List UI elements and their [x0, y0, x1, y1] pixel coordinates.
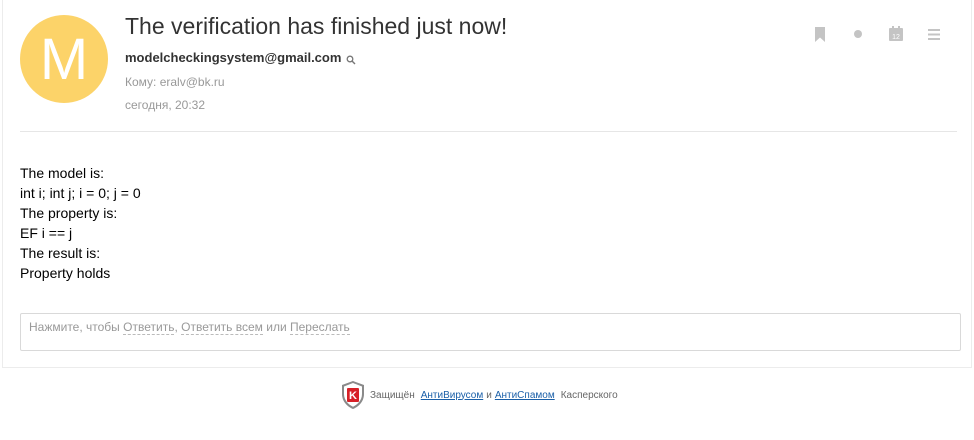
avatar: M — [20, 15, 108, 103]
antivirus-link[interactable]: АнтиВирусом — [421, 390, 484, 401]
header-divider — [20, 131, 957, 132]
forward-link[interactable]: Переслать — [290, 320, 350, 335]
message-card: M The verification has finished just now… — [2, 0, 972, 368]
message-body: The model is: int i; int j; i = 0; j = 0… — [20, 163, 141, 283]
reply-separator: или — [262, 320, 290, 334]
dot-icon[interactable] — [839, 24, 877, 44]
body-line: Property holds — [20, 265, 111, 281]
reply-link[interactable]: Ответить — [123, 320, 175, 335]
kaspersky-shield-icon: K — [340, 380, 366, 410]
avatar-letter: M — [39, 26, 89, 92]
body-line: The model is: — [20, 165, 105, 181]
antivirus-footer: K Защищён АнтиВирусом и АнтиСпамом Каспе… — [340, 380, 618, 410]
antispam-link[interactable]: АнтиСпамом — [495, 390, 555, 401]
sender-email[interactable]: modelcheckingsystem@gmail.com — [125, 50, 341, 65]
body-line: The property is: — [20, 205, 118, 221]
reply-prompt: Нажмите, чтобы — [29, 320, 124, 334]
message-subject: The verification has finished just now! — [125, 13, 508, 39]
message-toolbar: 12 — [801, 24, 953, 44]
bookmark-icon[interactable] — [801, 24, 839, 44]
body-line: The result is: — [20, 245, 101, 261]
calendar-icon[interactable]: 12 — [877, 24, 915, 44]
body-line: int i; int j; i = 0; j = 0 — [20, 185, 141, 201]
reply-all-link[interactable]: Ответить всем — [181, 320, 263, 335]
search-icon[interactable] — [346, 53, 356, 64]
body-line: EF i == j — [20, 225, 73, 241]
recipient-line: Кому: eralv@bk.ru — [125, 75, 225, 89]
calendar-day: 12 — [892, 34, 900, 41]
sender[interactable]: modelcheckingsystem@gmail.com — [125, 50, 356, 65]
shield-letter: K — [349, 390, 357, 402]
footer-and-text: и — [486, 389, 492, 401]
footer-protected-text: Защищён — [370, 389, 415, 401]
message-date: сегодня, 20:32 — [125, 98, 206, 112]
footer-vendor-text: Касперского — [560, 389, 618, 401]
quick-reply-box[interactable]: Нажмите, чтобы Ответить, Ответить всем и… — [20, 313, 961, 351]
menu-icon[interactable] — [915, 24, 953, 44]
